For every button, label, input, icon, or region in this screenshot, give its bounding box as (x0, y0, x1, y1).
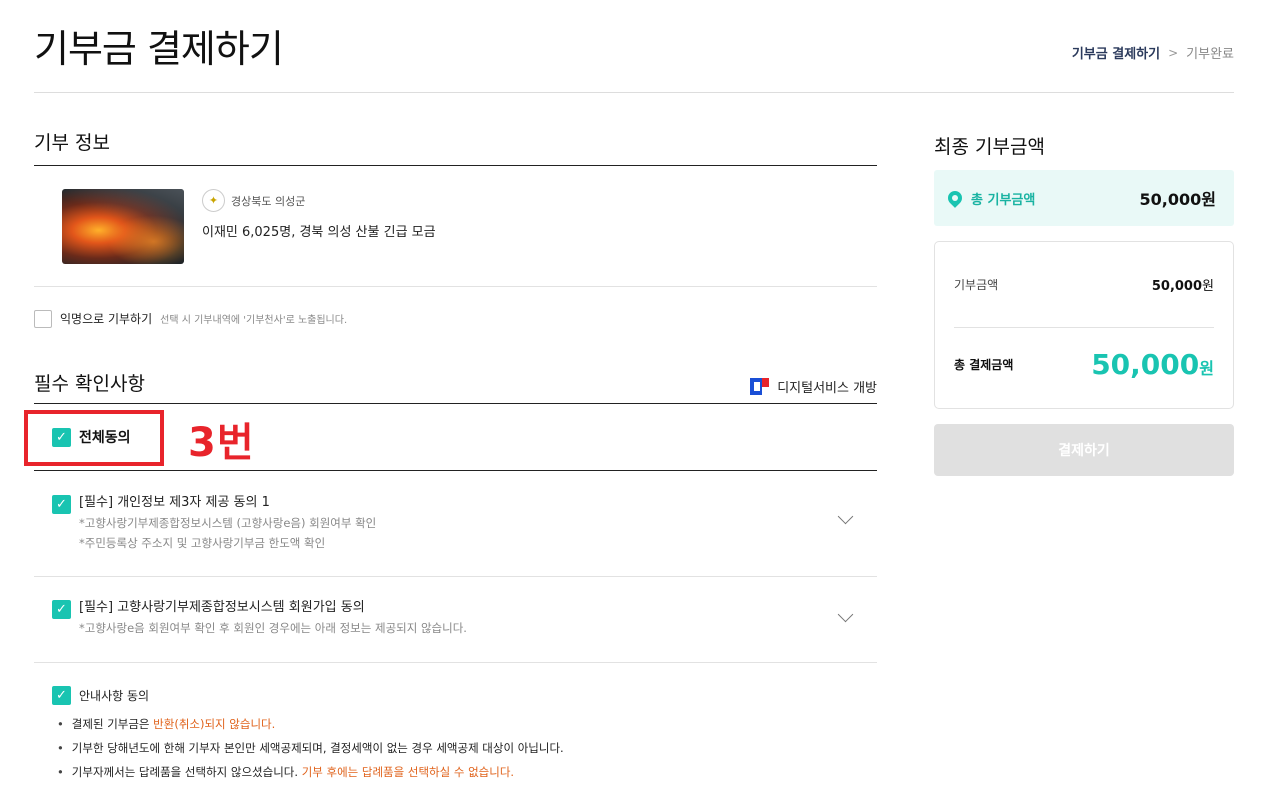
notice-item: 기부한 당해년도에 한해 기부자 본인만 세액공제되며, 결정세액이 없는 경우… (57, 736, 877, 760)
donation-thumbnail (62, 189, 184, 264)
all-agree-row[interactable]: ✓ 전체동의 3번 (24, 404, 877, 471)
notice-highlight: 기부 후에는 답례품을 선택하실 수 없습니다. (301, 765, 515, 779)
term-sub: *고향사랑e음 회원여부 확인 후 회원인 경우에는 아래 정보는 제공되지 않… (79, 621, 467, 635)
check-icon: ✓ (56, 497, 67, 512)
donation-item: ✦ 경상북도 의성군 이재민 6,025명, 경북 의성 산불 긴급 모금 (34, 166, 877, 287)
required-header: 필수 확인사항 디지털서비스 개방 (34, 369, 877, 404)
term-item-third-party[interactable]: ✓ [필수] 개인정보 제3자 제공 동의 1 *고향사랑기부제종합정보시스템 … (34, 471, 877, 577)
payment-amount-row: 총 결제금액 50,000원 (954, 328, 1214, 400)
total-donation-label: 총 기부금액 (971, 192, 1036, 208)
location-pin-icon (945, 188, 965, 208)
region-name: 경상북도 의성군 (231, 194, 306, 208)
payment-amount-value: 50,000원 (1091, 347, 1214, 381)
donation-title: 이재민 6,025명, 경북 의성 산불 긴급 모금 (202, 225, 436, 240)
term-item-signup[interactable]: ✓ [필수] 고향사랑기부제종합정보시스템 회원가입 동의 *고향사랑e음 회원… (34, 577, 877, 663)
digital-service-logo-icon (750, 378, 770, 395)
left-column: 기부 정보 ✦ 경상북도 의성군 이재민 6,025명, 경북 의성 산불 긴급… (24, 128, 877, 784)
pay-button[interactable]: 결제하기 (934, 424, 1234, 476)
region-row: ✦ 경상북도 의성군 (202, 189, 436, 212)
term-body: [필수] 개인정보 제3자 제공 동의 1 *고향사랑기부제종합정보시스템 (고… (79, 493, 376, 576)
digital-service-badge[interactable]: 디지털서비스 개방 (750, 377, 877, 396)
donation-details: ✦ 경상북도 의성군 이재민 6,025명, 경북 의성 산불 긴급 모금 (202, 189, 436, 264)
term-checkbox[interactable]: ✓ (52, 600, 71, 619)
total-donation-value: 50,000원 (1139, 190, 1216, 209)
notice-checkbox[interactable]: ✓ (52, 686, 71, 705)
term-title: [필수] 고향사랑기부제종합정보시스템 회원가입 동의 (79, 600, 365, 615)
region-logo-icon: ✦ (202, 189, 225, 212)
donation-amount-value: 50,000원 (1151, 279, 1214, 294)
all-agree-checkbox[interactable]: ✓ (52, 428, 71, 447)
term-body: [필수] 고향사랑기부제종합정보시스템 회원가입 동의 *고향사랑e음 회원여부… (79, 598, 467, 662)
page-title: 기부금 결제하기 (34, 27, 284, 71)
anonymous-label[interactable]: 익명으로 기부하기 (60, 310, 152, 327)
anonymous-row[interactable]: 익명으로 기부하기 선택 시 기부내역에 '기부천사'로 노출됩니다. (34, 287, 877, 335)
notice-title[interactable]: 안내사항 동의 (79, 687, 149, 704)
digital-service-label: 디지털서비스 개방 (777, 381, 877, 396)
step-next: 기부완료 (1186, 47, 1234, 62)
check-icon: ✓ (56, 602, 67, 617)
step-breadcrumb: 기부금 결제하기 > 기부완료 (1071, 43, 1234, 63)
term-sub: *고향사랑기부제종합정보시스템 (고향사랑e음) 회원여부 확인 (79, 516, 377, 530)
check-icon: ✓ (56, 688, 67, 703)
chevron-right-icon: > (1168, 45, 1179, 60)
summary-panel: 최종 기부금액 총 기부금액 50,000원 기부금액 50,000원 총 결제… (934, 128, 1234, 476)
notice-item: 결제된 기부금은 반환(취소)되지 않습니다. (57, 712, 877, 736)
chevron-down-icon[interactable] (837, 508, 854, 525)
step-current: 기부금 결제하기 (1071, 47, 1161, 62)
notice-list: 결제된 기부금은 반환(취소)되지 않습니다. 기부한 당해년도에 한해 기부자… (57, 712, 877, 784)
total-donation-bar: 총 기부금액 50,000원 (934, 170, 1234, 226)
header-divider (34, 92, 1234, 93)
check-icon: ✓ (56, 430, 67, 445)
chevron-down-icon[interactable] (837, 606, 854, 623)
anonymous-checkbox[interactable] (34, 309, 52, 328)
notice-highlight: 반환(취소)되지 않습니다. (153, 717, 276, 731)
payment-amount-label: 총 결제금액 (954, 357, 1014, 372)
summary-title: 최종 기부금액 (934, 136, 1045, 158)
notice-item: 기부자께서는 답례품을 선택하지 않으셨습니다. 기부 후에는 답례품을 선택하… (57, 760, 877, 784)
all-agree-label[interactable]: 전체동의 (79, 427, 131, 447)
term-checkbox[interactable]: ✓ (52, 495, 71, 514)
notice-agree-row[interactable]: ✓ 안내사항 동의 (52, 686, 877, 705)
annotation-label: 3번 (188, 420, 255, 466)
donation-amount-label: 기부금액 (954, 278, 999, 292)
donation-amount-row: 기부금액 50,000원 (954, 242, 1214, 328)
donation-info-title: 기부 정보 (34, 128, 877, 166)
amount-summary-box: 기부금액 50,000원 총 결제금액 50,000원 (934, 241, 1234, 409)
term-sub: *주민등록상 주소지 및 고향사랑기부금 한도액 확인 (79, 536, 326, 550)
notice-section: ✓ 안내사항 동의 결제된 기부금은 반환(취소)되지 않습니다. 기부한 당해… (34, 663, 877, 784)
term-title: [필수] 개인정보 제3자 제공 동의 1 (79, 495, 270, 510)
anonymous-description: 선택 시 기부내역에 '기부천사'로 노출됩니다. (160, 315, 348, 326)
